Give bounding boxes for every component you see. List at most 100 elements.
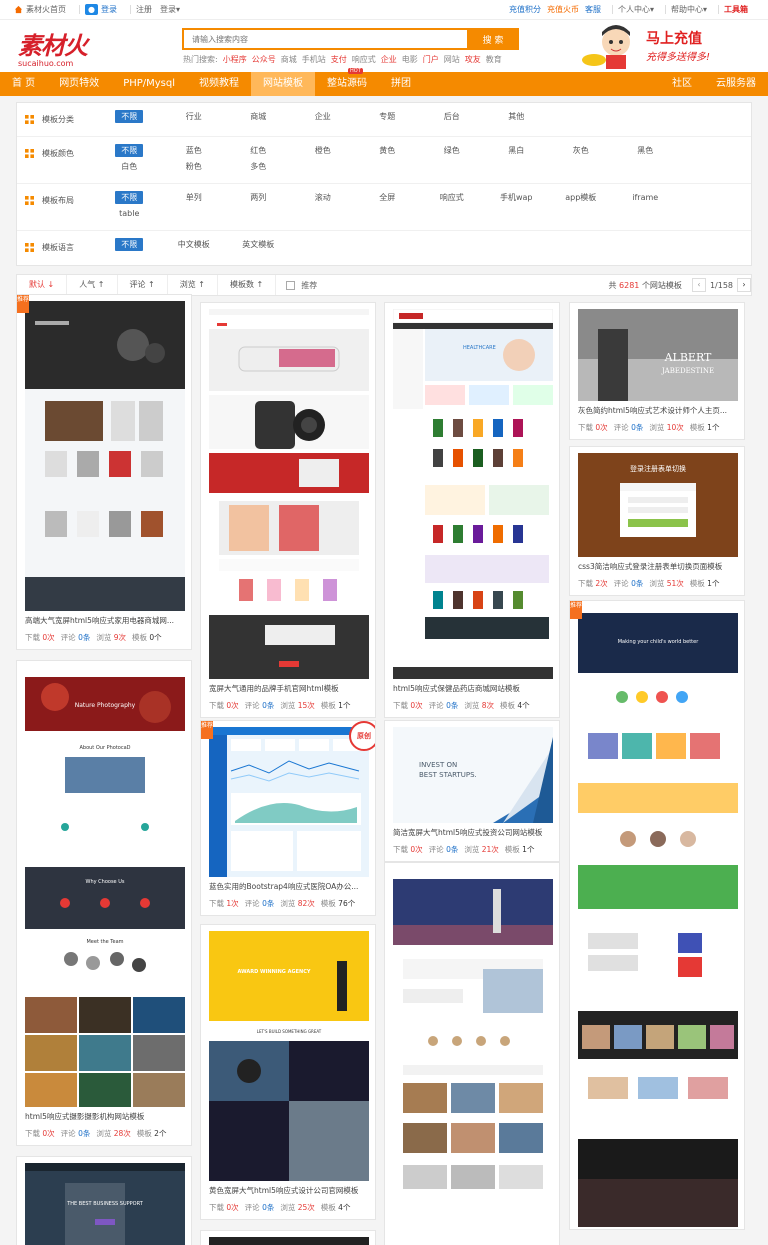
template-card[interactable]: 推荐 原创 蓝色实用的Bootstrap4响应式医院OA办公... 下载 1次 … [200,720,376,916]
template-card[interactable]: ALBERT JABEDESTINE 灰色简约html5响应式艺术设计师个人主页… [569,302,745,440]
nav-website-templates[interactable]: 网站模板 [251,72,316,96]
hot-search-item[interactable]: 门户 [423,54,439,65]
nav-site-source[interactable]: 整站源码 [315,72,379,96]
template-card[interactable]: THE BEST BUSINESS SUPPORT [16,1156,192,1245]
sort-views[interactable]: 浏览 ↑ [168,275,218,295]
sort-comments[interactable]: 评论 ↑ [118,275,168,295]
template-title[interactable]: 黄色宽屏大气html5响应式设计公司官网模板 [209,1185,367,1196]
register-link[interactable]: 注册 [136,4,152,15]
template-thumbnail[interactable]: THE BEST BUSINESS SUPPORT [25,1163,185,1245]
filter-option[interactable]: iframe [613,191,678,205]
template-title[interactable]: 蓝色实用的Bootstrap4响应式医院OA办公... [209,881,367,892]
filter-option[interactable]: 粉色 [162,160,227,174]
nav-community[interactable]: 社区 [660,72,704,96]
filter-option[interactable]: 行业 [162,110,227,124]
sort-template-count[interactable]: 模板数 ↑ [218,275,277,295]
template-card[interactable]: 宽屏大气通用的品牌手机官网html模板 下载 0次 评论 0条 浏览 15次 模… [200,302,376,718]
filter-option-selected[interactable]: 不限 [97,144,162,158]
filter-option[interactable]: table [97,207,162,221]
filter-option[interactable]: 其他 [484,110,549,124]
filter-option[interactable]: 中文模板 [162,238,227,252]
template-thumbnail[interactable]: Making your child's world better [578,607,738,1227]
nav-home[interactable]: 首 页 [0,72,47,96]
sort-popularity[interactable]: 人气 ↑ [67,275,118,295]
filter-option[interactable]: 黑色 [613,144,678,158]
filter-option[interactable]: 全屏 [355,191,420,205]
next-page-button[interactable]: › [737,278,751,292]
recharge-promo-banner[interactable]: 马上充值 充得多送得多! [576,22,746,70]
template-title[interactable]: 宽屏大气通用的品牌手机官网html模板 [209,683,367,694]
template-card[interactable]: 推荐 高端大气宽屏html5响应式家用电器商城网... 下载 0次 评论 0条 … [16,294,192,650]
template-thumbnail[interactable]: Nature Photography About Our PhotocaD Wh… [25,667,185,1107]
template-card[interactable]: Nature Photography About Our PhotocaD Wh… [16,660,192,1146]
recommend-checkbox[interactable] [286,280,296,290]
hot-search-item[interactable]: 响应式 [352,54,376,65]
template-title[interactable]: 灰色简约html5响应式艺术设计师个人主页... [578,405,736,416]
filter-option[interactable]: 英文模板 [226,238,291,252]
hot-search-item[interactable]: 攻友 [465,54,481,65]
filter-option-selected[interactable]: 不限 [97,191,162,205]
template-title[interactable]: html5响应式摄影摄影机构网站模板 [25,1111,183,1122]
filter-option-selected[interactable]: 不限 [97,238,162,252]
filter-option[interactable]: 绿色 [420,144,485,158]
personal-center-dropdown[interactable]: 个人中心 ▾ [618,4,654,15]
filter-option[interactable]: 商城 [226,110,291,124]
template-card[interactable] [384,862,560,1245]
template-card[interactable]: HEALTHCARE html5响应式保健品药店商城网站模板 下载 0次 评论 … [384,302,560,718]
recharge-points-link[interactable]: 充值积分 [509,4,541,15]
template-title[interactable]: html5响应式保健品药店商城网站模板 [393,683,551,694]
search-input[interactable] [182,28,467,50]
template-card[interactable]: AWARD WINNING AGENCY LET'S BUILD SOMETHI… [200,924,376,1220]
template-thumbnail[interactable]: HEALTHCARE [393,309,553,679]
filter-option[interactable]: 灰色 [549,144,614,158]
hot-search-item[interactable]: 网站 [444,54,460,65]
recharge-fire-link[interactable]: 充值火币 [547,4,579,15]
nav-group-buy[interactable]: 拼团 [379,72,423,96]
filter-option[interactable]: 单列 [162,191,227,205]
nav-video-tutorials[interactable]: 视频教程 [187,72,251,96]
template-title[interactable]: css3简洁响应式登录注册表单切换页面模板 [578,561,736,572]
template-thumbnail[interactable] [209,727,369,877]
filter-option[interactable]: 专题 [355,110,420,124]
toolbox-link[interactable]: 工具箱 [724,4,748,15]
hot-search-item[interactable]: 公众号 [252,54,276,65]
hot-search-item[interactable]: 商城 [281,54,297,65]
search-button[interactable]: 搜 索 [467,28,519,50]
hot-search-item[interactable]: 教育 [486,54,502,65]
template-card[interactable]: 推荐 Making your child's world better [569,600,745,1230]
template-thumbnail[interactable]: 登录注册表单切换 [578,453,738,557]
filter-option[interactable]: 响应式 [420,191,485,205]
template-thumbnail[interactable] [209,1237,369,1245]
sort-default[interactable]: 默认 ↓ [17,275,68,295]
filter-option[interactable]: 手机wap [484,191,549,205]
vip-link[interactable]: 客服 [585,4,601,15]
template-card[interactable]: 登录注册表单切换 css3简洁响应式登录注册表单切换页面模板 下载 2次 评论 … [569,446,745,596]
filter-option[interactable]: 企业 [291,110,356,124]
template-thumbnail[interactable] [393,869,553,1241]
hot-search-item[interactable]: 手机站 [302,54,326,65]
template-thumbnail[interactable] [209,309,369,679]
template-thumbnail[interactable]: INVEST ON BEST STARTUPS. [393,727,553,823]
template-title[interactable]: 高端大气宽屏html5响应式家用电器商城网... [25,615,183,626]
help-center-dropdown[interactable]: 帮助中心 ▾ [671,4,707,15]
hot-search-item[interactable]: 小程序 [223,54,247,65]
nav-cloud-server[interactable]: 云服务器 [704,72,768,96]
template-card[interactable] [200,1230,376,1245]
prev-page-button[interactable]: ‹ [691,278,706,292]
filter-option[interactable]: 多色 [226,160,291,174]
hot-search-item[interactable]: 支付 [331,54,347,65]
template-thumbnail[interactable] [25,301,185,611]
filter-option[interactable]: 后台 [420,110,485,124]
login-dropdown[interactable]: 登录 ▾ [160,4,180,15]
filter-option-selected[interactable]: 不限 [97,110,162,124]
filter-option[interactable]: 红色 [226,144,291,158]
hot-search-item[interactable]: 电影 [402,54,418,65]
template-card[interactable]: INVEST ON BEST STARTUPS. 简洁宽屏大气html5响应式投… [384,720,560,862]
template-thumbnail[interactable]: AWARD WINNING AGENCY LET'S BUILD SOMETHI… [209,931,369,1181]
filter-option[interactable]: 滚动 [291,191,356,205]
home-link[interactable]: 素材火首页 [14,4,66,15]
filter-option[interactable]: 黄色 [355,144,420,158]
filter-option[interactable]: 蓝色 [162,144,227,158]
nav-php-mysql[interactable]: PHP/Mysql [111,72,187,96]
filter-option[interactable]: 白色 [97,160,162,174]
